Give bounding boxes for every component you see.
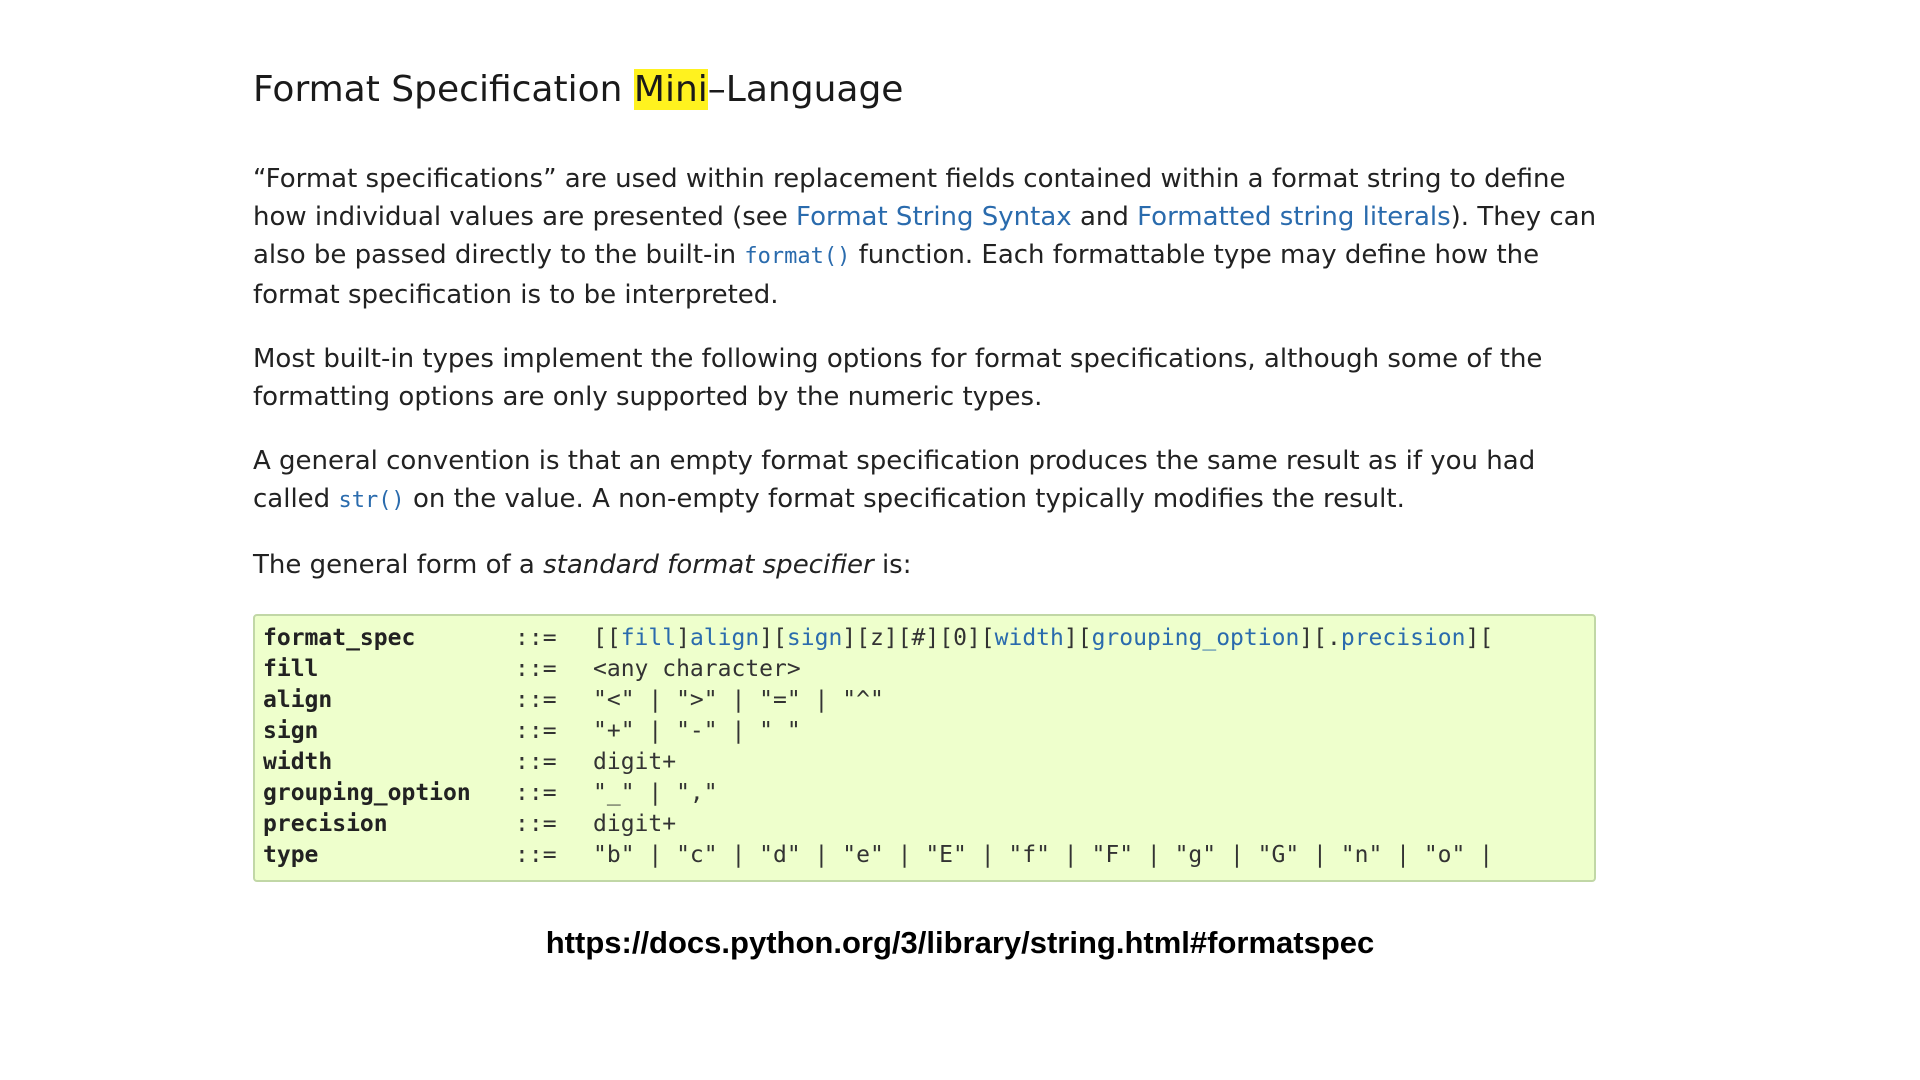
grammar-operator: ::= [515,748,557,775]
doc-content: Format Specification Mini–Language “Form… [253,60,1598,882]
grammar-rule-name: fill [263,655,319,682]
grammar-literal: [[ [593,624,621,651]
grammar-rule-name: sign [263,717,319,744]
grammar-operator: ::= [515,717,557,744]
intro-paragraph: “Format specifications” are used within … [253,160,1598,314]
grammar-literal: "_" | "," [593,779,718,806]
str-function-link[interactable]: str() [338,484,404,514]
grammar-token-link[interactable]: precision [1341,625,1466,651]
grammar-token-link[interactable]: grouping_option [1092,625,1300,651]
str-function-code: str() [338,488,405,513]
grammar-literal: "<" | ">" | "=" | "^" [593,686,884,713]
grammar-row-align: align::= "<" | ">" | "=" | "^" [263,684,1594,715]
grammar-rule-name: precision [263,810,388,837]
grammar-code-block: format_spec::= [[fill]align][sign][z][#][… [253,614,1596,882]
grammar-operator: ::= [515,810,557,837]
grammar-literal: ][ [1063,624,1092,651]
grammar-row-format-spec: format_spec::= [[fill]align][sign][z][#][… [263,622,1594,653]
source-url: https://docs.python.org/3/library/string… [545,925,1375,960]
grammar-literal: ][ [759,624,787,651]
grammar-definition: "_" | "," [593,780,1594,806]
grammar-row-fill: fill::= <any character> [263,653,1594,684]
grammar-operator: ::= [515,779,557,806]
standard-format-specifier-term: standard format specifier [543,550,874,580]
grammar-row-grouping-option: grouping_option::= "_" | "," [263,777,1594,808]
page-title: Format Specification Mini–Language [253,60,1598,120]
grammar-row-precision: precision::= digit+ [263,808,1594,839]
grammar-token-link[interactable]: width [995,625,1064,651]
format-function-code: format() [744,244,851,269]
grammar-literal: "+" | "-" | " " [593,717,801,744]
grammar-row-width: width::= digit+ [263,746,1594,777]
grammar-literal: ][z][#][0][ [842,624,995,651]
grammar-row-type: type::= "b" | "c" | "d" | "e" | "E" | "f"… [263,839,1594,870]
intro-text-2: and [1071,202,1138,232]
general-form-text-2: is: [873,550,912,580]
grammar-literal: digit+ [593,748,677,775]
grammar-literal: digit+ [593,810,677,837]
grammar-definition: digit+ [593,749,1594,775]
grammar-definition: digit+ [593,811,1594,837]
convention-paragraph: A general convention is that an empty fo… [253,442,1598,520]
grammar-row-sign: sign::= "+" | "-" | " " [263,715,1594,746]
grammar-operator: ::= [515,655,557,682]
grammar-rule-name: align [263,686,333,713]
grammar-definition: [[fill]align][sign][z][#][0][width][grou… [593,625,1594,651]
format-string-syntax-link[interactable]: Format String Syntax [796,202,1072,232]
grammar-definition: "<" | ">" | "=" | "^" [593,687,1594,713]
grammar-rule-name: width [263,748,333,775]
grammar-rule-name: format_spec [263,624,416,651]
grammar-literal: ][. [1299,624,1341,651]
grammar-operator: ::= [515,624,557,651]
convention-text-2: on the value. A non-empty format specifi… [404,484,1405,514]
grammar-token-link[interactable]: sign [787,625,842,651]
grammar-token-link[interactable]: align [690,625,759,651]
grammar-token-link[interactable]: fill [621,625,676,651]
grammar-definition: <any character> [593,656,1594,682]
search-highlight: Mini [633,69,708,110]
grammar-definition: "+" | "-" | " " [593,718,1594,744]
grammar-rule-name: type [263,841,319,868]
grammar-literal: "b" | "c" | "d" | "e" | "E" | "f" | "F" … [593,841,1494,868]
grammar-literal: ] [676,624,690,651]
title-text-after: –Language [707,69,904,110]
grammar-operator: ::= [515,841,557,868]
grammar-rule-name: grouping_option [263,779,471,806]
grammar-literal: <any character> [593,655,801,682]
general-form-text-1: The general form of a [253,550,544,580]
format-function-link[interactable]: format() [744,240,850,270]
builtin-types-paragraph: Most built-in types implement the follow… [253,344,1543,412]
title-text-before: Format Specification [253,69,634,110]
general-form-paragraph: The general form of a standard format sp… [253,546,1598,584]
grammar-literal: ][ [1465,624,1494,651]
grammar-definition: "b" | "c" | "d" | "e" | "E" | "f" | "F" … [593,842,1594,868]
formatted-string-literals-link[interactable]: Formatted string literals [1137,202,1451,232]
grammar-operator: ::= [515,686,557,713]
